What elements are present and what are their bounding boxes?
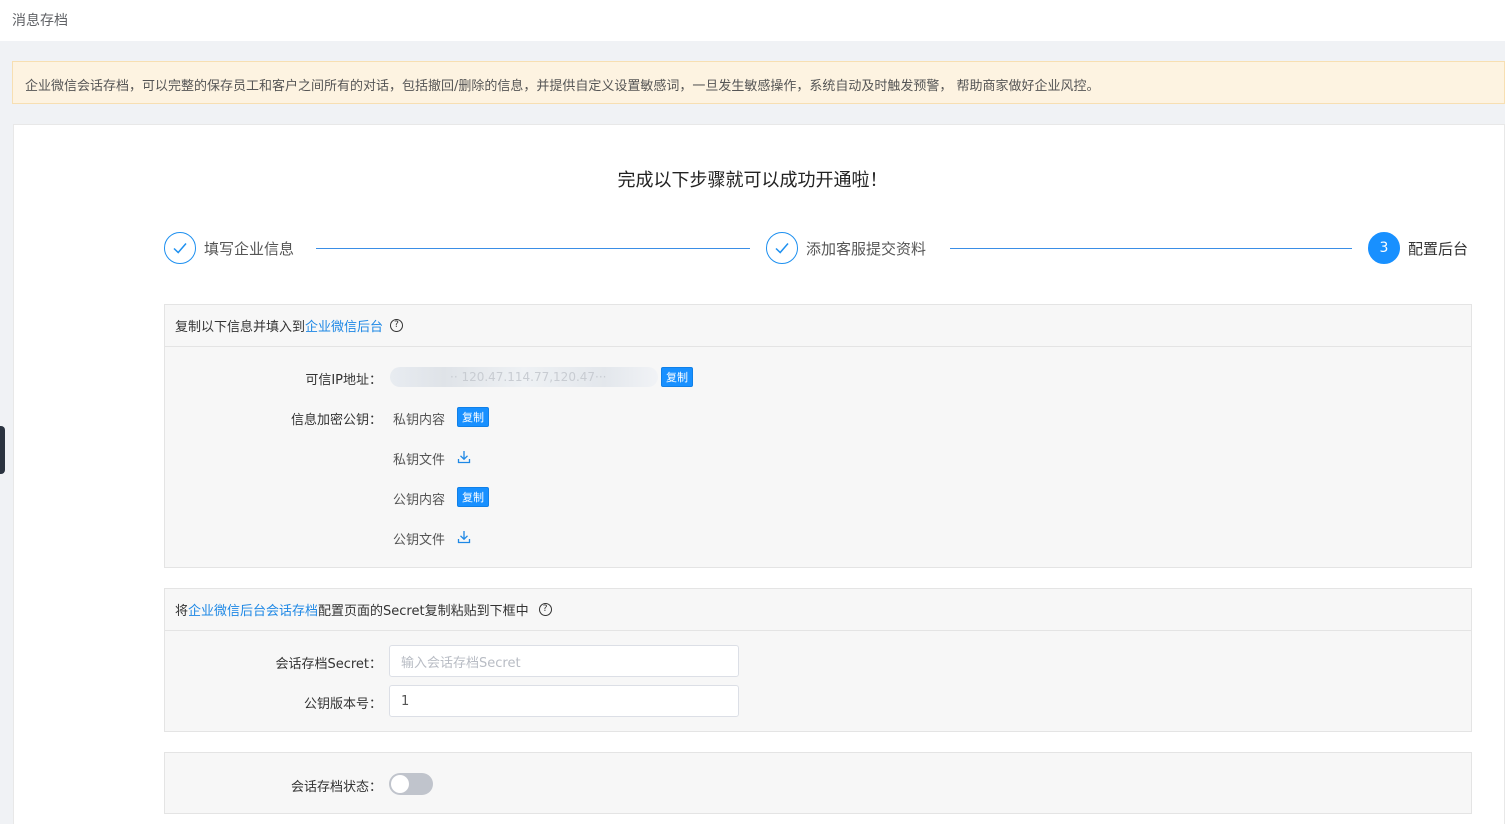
section-header-prefix: 将 — [175, 604, 189, 619]
help-icon[interactable]: ? — [538, 603, 552, 616]
toggle-knob — [391, 775, 409, 793]
step-label: 配置后台 — [1408, 239, 1469, 258]
section-header-suffix: 配置页面的Secret复制粘贴到下框中 — [318, 604, 529, 619]
step-configure-backend: 3 配置后台 — [1368, 232, 1468, 264]
help-icon[interactable]: ? — [390, 319, 404, 332]
page-title: 消息存档 — [12, 13, 68, 29]
key-version-label: 公钥版本号： — [303, 697, 382, 712]
section-copy-info: 复制以下信息并填入到 企业微信后台 ? — [164, 304, 1472, 568]
copy-ip-button[interactable]: 复制 — [661, 367, 693, 387]
download-icon[interactable] — [457, 450, 471, 464]
sidebar-collapse-handle[interactable] — [0, 426, 5, 474]
secret-input[interactable]: 输入会话存档Secret — [389, 645, 739, 677]
notice-text: 企业微信会话存档，可以完整的保存员工和客户之间所有的对话，包括撤回/删除的信息，… — [25, 79, 1100, 94]
private-key-file-label: 私钥文件 — [393, 453, 446, 468]
public-key-file-label: 公钥文件 — [393, 533, 446, 548]
check-icon — [164, 232, 196, 264]
step-connector — [950, 248, 1352, 249]
public-key-content-label: 公钥内容 — [393, 493, 446, 508]
download-icon[interactable] — [457, 530, 471, 544]
trusted-ip-label: 可信IP地址： — [305, 373, 382, 388]
setup-heading: 完成以下步骤就可以成功开通啦！ — [617, 170, 888, 191]
key-version-input[interactable]: 1 — [389, 685, 739, 717]
wecom-archive-link[interactable]: 企业微信后台会话存档 — [188, 600, 318, 619]
copy-private-key-button[interactable]: 复制 — [457, 407, 489, 427]
step-label: 添加客服提交资料 — [806, 239, 927, 258]
top-bar: 消息存档 — [0, 0, 1505, 41]
step-connector — [316, 248, 750, 249]
copy-public-key-button[interactable]: 复制 — [457, 487, 489, 507]
step-label: 填写企业信息 — [204, 239, 295, 258]
archive-status-label: 会话存档状态： — [290, 780, 382, 795]
notice-banner: 企业微信会话存档，可以完整的保存员工和客户之间所有的对话，包括撤回/删除的信息，… — [12, 61, 1505, 104]
section-header-text: 复制以下信息并填入到 — [175, 320, 306, 335]
encryption-key-label: 信息加密公钥： — [290, 413, 382, 428]
private-key-content-label: 私钥内容 — [393, 413, 446, 428]
section-header: 复制以下信息并填入到 企业微信后台 ? — [165, 305, 1471, 347]
step-number-badge: 3 — [1368, 232, 1400, 264]
wecom-admin-link[interactable]: 企业微信后台 — [305, 316, 383, 335]
step-fill-company-info: 填写企业信息 — [164, 232, 294, 264]
check-icon — [766, 232, 798, 264]
section-header: 将 企业微信后台会话存档 配置页面的Secret复制粘贴到下框中 ? — [165, 589, 1471, 631]
step-add-service: 添加客服提交资料 — [766, 232, 926, 264]
trusted-ip-value: ·· 120.47.114.77,120.47··· — [390, 367, 658, 387]
archive-status-toggle[interactable] — [389, 773, 433, 795]
secret-label: 会话存档Secret： — [275, 657, 382, 672]
